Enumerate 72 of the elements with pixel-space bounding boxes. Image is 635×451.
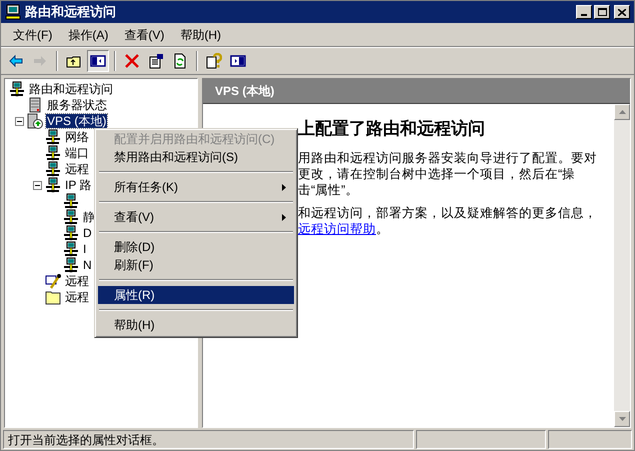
- pane-icon: [230, 53, 246, 69]
- pane-icon: [90, 53, 106, 69]
- tree-item[interactable]: 端口: [64, 146, 90, 160]
- menu-item[interactable]: 所有任务(K): [98, 178, 294, 196]
- scroll-up-button[interactable]: [614, 104, 630, 120]
- document-icon: [148, 53, 164, 69]
- tree-item[interactable]: 远程: [64, 162, 90, 176]
- folder-icon: [45, 289, 61, 305]
- menu-item[interactable]: 帮助(H): [172, 24, 229, 46]
- close-icon: [618, 8, 626, 16]
- tree-item[interactable]: IP 路: [64, 178, 92, 192]
- window-title: 路由和远程访问: [25, 3, 116, 22]
- computer-icon: [63, 193, 79, 209]
- computer-icon: [63, 209, 79, 225]
- maximize-button[interactable]: [594, 5, 610, 19]
- refresh-icon: [172, 53, 188, 69]
- tree-item[interactable]: VPS (本地): [46, 114, 108, 128]
- maximize-icon: [598, 8, 606, 16]
- up-arrow-icon: [618, 110, 626, 114]
- computer-icon: [5, 4, 21, 20]
- collapse-icon[interactable]: [33, 180, 42, 190]
- tree-item[interactable]: 服务器状态: [46, 98, 108, 112]
- menu-item[interactable]: 刷新(F): [98, 256, 294, 274]
- computer-icon: [63, 241, 79, 257]
- menu-item[interactable]: 操作(A): [60, 24, 116, 46]
- paragraph-line: 更改，请在控制台树中选择一个项目，然后在“操: [298, 166, 576, 182]
- computer-icon: [9, 81, 25, 97]
- tree-item[interactable]: 远程: [64, 274, 90, 288]
- menu-item[interactable]: 帮助(H): [98, 316, 294, 334]
- tree-item[interactable]: 远程: [64, 290, 90, 304]
- server-icon: [27, 97, 43, 113]
- menu-item[interactable]: 删除(D): [98, 238, 294, 256]
- help-icon: [206, 53, 222, 69]
- paragraph-line: 和远程访问，部署方案，以及疑难解答的更多信息，: [298, 204, 598, 220]
- down-arrow-icon: [618, 417, 626, 421]
- menu-item[interactable]: 禁用路由和远程访问(S): [98, 148, 294, 166]
- toolbar-button[interactable]: [87, 50, 109, 72]
- wrench-icon: [45, 273, 61, 289]
- tree-item[interactable]: 网络: [64, 130, 90, 144]
- close-button[interactable]: [614, 5, 630, 19]
- heading: 上配置了路由和远程访问: [298, 118, 486, 140]
- submenu-arrow-icon: [282, 184, 286, 190]
- help-link[interactable]: 远程访问帮助: [298, 220, 376, 236]
- menu-item[interactable]: 查看(V): [116, 24, 172, 46]
- collapse-icon[interactable]: [15, 116, 24, 126]
- menu-item[interactable]: 文件(F): [5, 24, 60, 46]
- status-text: 打开当前选择的属性对话框。: [8, 432, 164, 448]
- paragraph-line: 用路由和远程访问服务器安装向导进行了配置。要对: [298, 150, 598, 166]
- tree-item[interactable]: 静: [82, 210, 96, 224]
- minimize-button[interactable]: [576, 5, 592, 19]
- delete-icon: [124, 53, 140, 69]
- computer-icon: [45, 145, 61, 161]
- forward-arrow-icon: [32, 53, 48, 69]
- computer-icon: [45, 161, 61, 177]
- computer-icon: [45, 177, 61, 193]
- paragraph-text: 。: [376, 220, 389, 236]
- computer-icon: [63, 257, 79, 273]
- submenu-arrow-icon: [282, 214, 286, 220]
- menu-item[interactable]: 查看(V): [98, 208, 294, 226]
- paragraph-line: 击“属性”。: [298, 182, 360, 198]
- computer-icon: [45, 129, 61, 145]
- computer-icon: [63, 225, 79, 241]
- pane-title: VPS (本地): [215, 83, 274, 100]
- tree-item[interactable]: I: [82, 242, 88, 256]
- tree-item[interactable]: 路由和远程访问: [28, 82, 114, 96]
- scroll-down-button[interactable]: [614, 411, 630, 427]
- tree-item[interactable]: N: [82, 258, 93, 272]
- tree-item[interactable]: D: [82, 226, 93, 240]
- menu-item[interactable]: 属性(R): [98, 286, 294, 304]
- minimize-icon: [581, 14, 587, 16]
- server-icon: [27, 113, 43, 129]
- back-arrow-icon: [8, 53, 24, 69]
